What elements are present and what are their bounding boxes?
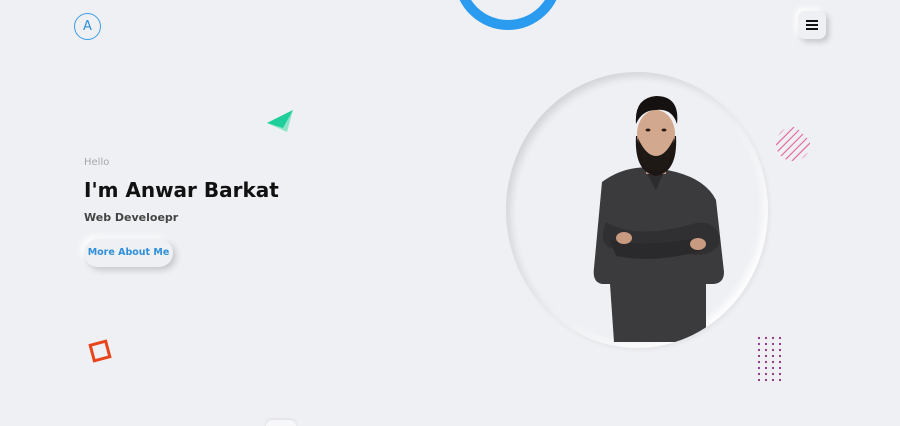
portrait-frame [506, 72, 768, 348]
decorative-ring [454, 0, 562, 30]
more-about-me-button[interactable]: More About Me [84, 239, 173, 267]
menu-button[interactable] [798, 11, 826, 39]
dot-grid-decoration [757, 336, 782, 382]
square-decoration [88, 339, 112, 363]
page: A Hello I'm Anwar Barkat Web Develoepr M… [0, 0, 900, 426]
hero-name: I'm Anwar Barkat [84, 178, 279, 202]
logo[interactable]: A [74, 13, 101, 40]
striped-circle-decoration [776, 127, 810, 161]
hamburger-icon-line [806, 20, 818, 22]
hero-role: Web Develoepr [84, 211, 179, 224]
hamburger-icon-line [806, 28, 818, 30]
triangle-decoration [267, 110, 293, 132]
scroll-indicator[interactable] [266, 420, 296, 426]
hamburger-icon-line [806, 24, 818, 26]
greeting: Hello [84, 157, 110, 168]
person-photo [593, 96, 724, 342]
